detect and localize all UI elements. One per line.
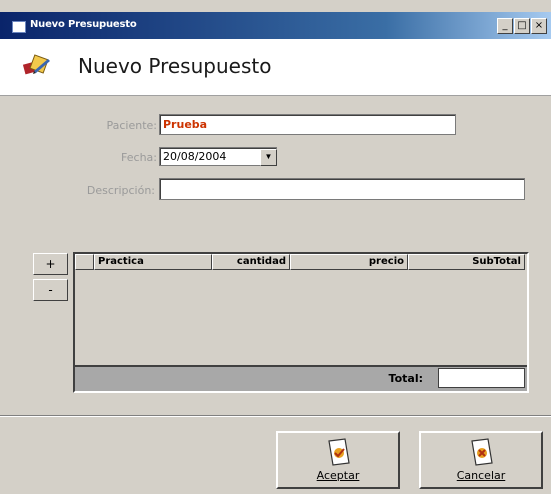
title-bar[interactable]: Nuevo Presupuesto _ □ × [0,12,551,39]
window-icon [12,21,26,33]
cancelar-label: Cancelar [456,469,506,482]
window-title: Nuevo Presupuesto [30,19,137,30]
column-header-subtotal[interactable]: SubTotal [408,254,525,270]
descripcion-label: Descripción: [86,184,155,197]
aceptar-button[interactable]: Aceptar [276,431,400,489]
close-button[interactable]: × [531,18,547,34]
column-header-cantidad[interactable]: cantidad [212,254,290,270]
accept-document-icon [328,438,350,466]
descripcion-field[interactable] [159,178,525,200]
total-field [438,368,525,388]
page-title: Nuevo Presupuesto [78,54,272,78]
aceptar-label: Aceptar [316,469,360,482]
window-controls: _ □ × [497,18,547,34]
practice-grid[interactable]: Practica cantidad precio SubTotal Total: [73,252,529,393]
window: Nuevo Presupuesto _ □ × Nuevo Presupuest… [0,0,551,494]
grid-footer: Total: [75,365,527,391]
paciente-label: Paciente: [106,119,157,132]
button-separator [0,415,551,417]
add-row-button[interactable]: + [33,253,68,275]
total-label: Total: [388,372,423,385]
paciente-value: Prueba [163,118,208,131]
cancel-document-icon [471,438,493,466]
column-header-practica[interactable]: Practica [94,254,212,270]
cancelar-button[interactable]: Cancelar [419,431,543,489]
fecha-value: 20/08/2004 [163,150,227,163]
minimize-button[interactable]: _ [497,18,513,34]
notebook-pencil-icon [22,54,50,75]
header-banner: Nuevo Presupuesto [0,39,551,96]
grid-header: Practica cantidad precio SubTotal [75,254,527,270]
remove-row-button[interactable]: - [33,279,68,301]
maximize-button[interactable]: □ [514,18,530,34]
column-header-precio[interactable]: precio [290,254,408,270]
row-selector-header [75,254,94,270]
fecha-dropdown-button[interactable]: ▼ [260,149,277,166]
fecha-label: Fecha: [121,151,157,164]
paciente-field[interactable]: Prueba [159,114,456,135]
